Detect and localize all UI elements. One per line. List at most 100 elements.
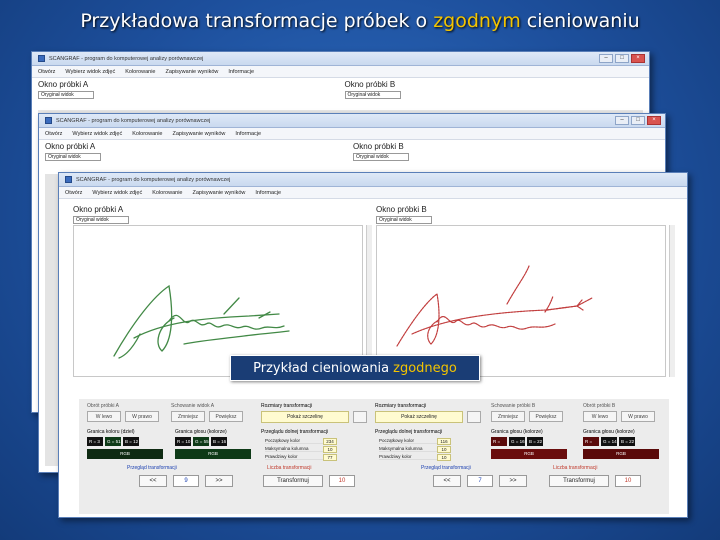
view-b-group-label: Schowanie próbki B — [491, 403, 536, 409]
zoom-in-b-button[interactable]: Powiększ — [529, 411, 563, 422]
color-swatch-b[interactable] — [467, 411, 481, 423]
table-a-value[interactable]: 77 — [323, 453, 337, 461]
slide-title-prefix: Przykładowa transformacje próbek o — [80, 10, 434, 32]
menu-coloring[interactable]: Kolorowanie — [132, 131, 162, 137]
transform-count-b: Liczba transformacji Transformuj 10 — [545, 465, 720, 495]
rgb-b-g: G = 16 — [509, 437, 525, 446]
next-a-button[interactable]: >> — [205, 475, 233, 487]
scrollbar-vertical[interactable] — [669, 225, 675, 377]
rotate-a-left-button[interactable]: W lewo — [87, 411, 121, 422]
table-b-value[interactable]: 10 — [437, 445, 451, 453]
rgb-b2-button[interactable]: RGB — [583, 449, 659, 459]
table-b-value[interactable]: 116 — [437, 437, 451, 445]
table-a-value[interactable]: 10 — [323, 445, 337, 453]
rotate-b-right-button[interactable]: W prawo — [621, 411, 655, 422]
overlay-caption-text: Przykład cieniowania — [253, 360, 390, 376]
prev-a-button[interactable]: << — [139, 475, 167, 487]
show-gap-field-b[interactable]: Pokaż szczelinę — [375, 411, 463, 423]
color-swatch-a[interactable] — [353, 411, 367, 423]
app-icon — [45, 117, 52, 124]
rgb-a2-g: G = 55 — [193, 437, 209, 446]
close-button[interactable]: × — [631, 54, 645, 63]
panel-b-label: Okno próbki B — [344, 80, 396, 89]
prev-b-button[interactable]: << — [433, 475, 461, 487]
slide-title-highlight: zgodnym — [433, 10, 521, 32]
menu-open[interactable]: Otwórz — [65, 190, 82, 196]
menu-view[interactable]: Wybierz widok zdjęć — [65, 69, 115, 75]
menu-bar: Otwórz Wybierz widok zdjęć Kolorowanie Z… — [32, 66, 649, 78]
rgb-b-b: B = 22 — [527, 437, 543, 446]
app-icon — [65, 176, 72, 183]
transform-nav-a-label: Przegląd transformacji — [127, 465, 177, 471]
rgb-a-row-1: R = 3 G = 51 B = 12 — [87, 437, 139, 446]
menu-coloring[interactable]: Kolorowanie — [125, 69, 155, 75]
next-b-button[interactable]: >> — [499, 475, 527, 487]
color-a2-label: Granica głosu (kolorze) — [175, 429, 227, 435]
panel-a-dropdown[interactable]: Oryginał widok — [73, 216, 129, 224]
menu-info[interactable]: Informacje — [255, 190, 281, 196]
transform-a-index[interactable]: 9 — [173, 475, 199, 487]
maximize-button[interactable]: □ — [615, 54, 629, 63]
menu-coloring[interactable]: Kolorowanie — [152, 190, 182, 196]
overlay-caption: Przykład cieniowania zgodnego — [230, 355, 480, 381]
rgb-b2-b: B = 22 — [619, 437, 635, 446]
menu-info[interactable]: Informacje — [228, 69, 254, 75]
minimize-button[interactable]: – — [615, 116, 629, 125]
menu-view[interactable]: Wybierz widok zdjęć — [72, 131, 122, 137]
table-b-title: Przeglądu dolnej transformacji — [375, 429, 443, 435]
zoom-in-a-button[interactable]: Powiększ — [209, 411, 243, 422]
transform-a-count[interactable]: 10 — [329, 475, 355, 487]
table-a-value[interactable]: 234 — [323, 437, 337, 445]
table-a-key: Maksymalna kolumna — [265, 446, 323, 452]
panel-b-dropdown[interactable]: Oryginał widok — [376, 216, 432, 224]
panel-a-dropdown[interactable]: Oryginał widok — [38, 91, 94, 99]
window-title: SCANGRAF - program do komputerowej anali… — [76, 176, 231, 183]
rgb-b-row-1: R = 143 G = 16 B = 22 — [491, 437, 543, 453]
params-b-group-label: Rozmiary transformacji — [375, 403, 427, 409]
rgb-a2-button[interactable]: RGB — [175, 449, 251, 459]
menu-open[interactable]: Otwórz — [45, 131, 62, 137]
panel-b-dropdown[interactable]: Oryginał widok — [353, 153, 409, 161]
transform-b-count[interactable]: 10 — [615, 475, 641, 487]
rgb-a2-r: R = 10 — [175, 437, 191, 446]
table-a: Początkowy kolor 234 Maksymalna kolumna 10… — [265, 437, 337, 461]
rotate-b-left-button[interactable]: W lewo — [583, 411, 617, 422]
transform-b-button[interactable]: Transformuj — [549, 475, 609, 487]
menu-info[interactable]: Informacje — [235, 131, 261, 137]
zoom-out-a-button[interactable]: Zmniejsz — [171, 411, 205, 422]
slide-title-suffix: cieniowaniu — [520, 10, 640, 32]
menu-open[interactable]: Otwórz — [38, 69, 55, 75]
controls-panel: Obrót próbki A W lewo W prawo Schowanie … — [79, 399, 669, 514]
rgb-b-button[interactable]: RGB — [491, 449, 567, 459]
close-button[interactable]: × — [647, 116, 661, 125]
table-b-key: Prawdziwy kolor — [379, 454, 437, 460]
rotate-a-right-button[interactable]: W prawo — [125, 411, 159, 422]
panel-b-label: Okno próbki B — [376, 205, 427, 214]
menu-save[interactable]: Zapisywanie wyników — [165, 69, 218, 75]
rgb-a-button[interactable]: RGB — [87, 449, 163, 459]
menu-save[interactable]: Zapisywanie wyników — [172, 131, 225, 137]
menu-bar: Otwórz Wybierz widok zdjęć Kolorowanie Z… — [59, 187, 687, 199]
transform-a-button[interactable]: Transformuj — [263, 475, 323, 487]
params-a-group-label: Rozmiary transformacji — [261, 403, 313, 409]
transform-b-index[interactable]: 7 — [467, 475, 493, 487]
show-gap-field[interactable]: Pokaż szczelinę — [261, 411, 349, 423]
menu-view[interactable]: Wybierz widok zdjęć — [92, 190, 142, 196]
table-a-key: Początkowy kolor — [265, 438, 323, 444]
window-title: SCANGRAF - program do komputerowej anali… — [56, 117, 211, 124]
transform-count-b-label: Liczba transformacji — [553, 465, 598, 471]
maximize-button[interactable]: □ — [631, 116, 645, 125]
zoom-out-b-button[interactable]: Zmniejsz — [491, 411, 525, 422]
minimize-button[interactable]: – — [599, 54, 613, 63]
panel-a-dropdown[interactable]: Oryginał widok — [45, 153, 101, 161]
panel-b-dropdown[interactable]: Oryginał widok — [344, 91, 401, 99]
color-b2-label: Granica głosu (kolorze) — [583, 429, 635, 435]
rgb-b-r: R = 143 — [491, 437, 507, 453]
color-a-label: Granica koloru (dziel) — [87, 429, 135, 435]
transform-count-a: Liczba transformacji Transformuj 10 — [259, 465, 439, 495]
rgb-a-row-2: R = 10 G = 55 B = 16 — [175, 437, 227, 446]
table-b-value[interactable]: 10 — [437, 453, 451, 461]
menu-save[interactable]: Zapisywanie wyników — [192, 190, 245, 196]
window-titlebar: SCANGRAF - program do komputerowej anali… — [32, 52, 649, 66]
transform-nav-b-label: Przegląd transformacji — [421, 465, 471, 471]
